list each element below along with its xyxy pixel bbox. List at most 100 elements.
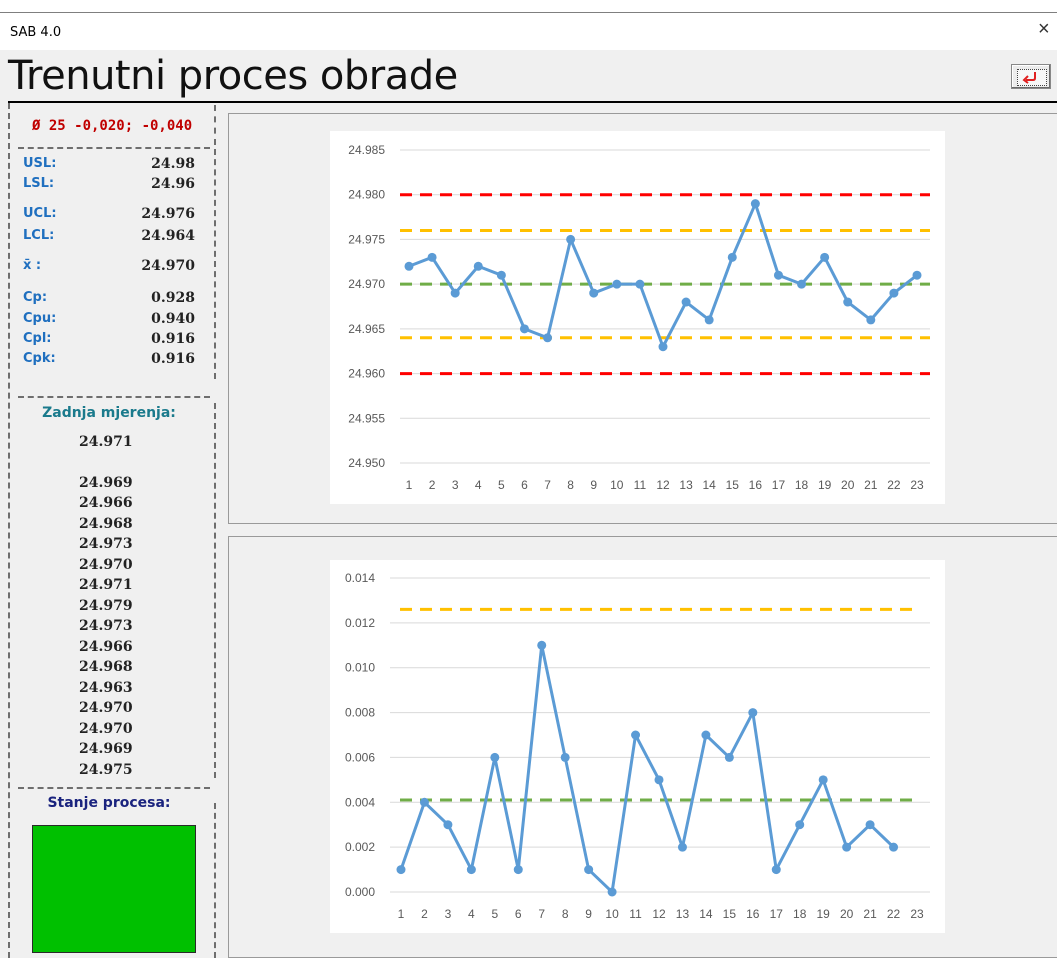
x-tick-label: 20: [840, 907, 854, 921]
data-point: [771, 865, 781, 875]
y-tick-label: 0.004: [345, 795, 375, 809]
x-tick-label: 2: [421, 907, 428, 921]
x-tick-label: 1: [398, 907, 405, 921]
return-button[interactable]: [1011, 64, 1051, 89]
close-icon[interactable]: ×: [1038, 17, 1050, 41]
y-tick-label: 24.980: [348, 188, 385, 202]
x-tick-label: 15: [723, 907, 737, 921]
x-tick-label: 14: [699, 907, 713, 921]
stat-label-cpu: Cpu:: [23, 311, 57, 326]
stat-label-usl: USL:: [23, 156, 57, 171]
measurement-item: 24.968: [79, 659, 133, 675]
data-point: [773, 270, 783, 280]
y-tick-label: 0.002: [345, 840, 375, 854]
x-tick-label: 11: [634, 478, 647, 492]
series-line: [408, 202, 918, 349]
data-point: [396, 865, 406, 875]
x-tick-label: 7: [544, 478, 551, 492]
x-tick-label: 6: [521, 478, 528, 492]
stat-value-cp: 0.928: [151, 290, 195, 306]
x-tick-label: 21: [863, 907, 877, 921]
x-tick-label: 16: [746, 907, 760, 921]
data-point: [889, 288, 899, 298]
data-point: [797, 279, 807, 289]
x-tick-label: 18: [793, 907, 807, 921]
data-point: [543, 333, 553, 343]
data-point: [724, 752, 734, 762]
x-tick-label: 15: [726, 478, 740, 492]
data-point: [519, 324, 529, 334]
y-tick-label: 0.006: [345, 750, 375, 764]
measurement-item: 24.971: [79, 577, 133, 593]
measurement-item: 24.966: [79, 495, 133, 511]
x-tick-label: 14: [703, 478, 717, 492]
stat-label-ucl: UCL:: [23, 206, 57, 221]
stat-value-ucl: 24.976: [141, 206, 195, 222]
data-point: [490, 752, 500, 762]
stat-value-cpl: 0.916: [151, 331, 195, 347]
x-tick-label: 13: [679, 478, 693, 492]
right-border-dashed-3: [214, 403, 216, 778]
measurement-item: 24.966: [79, 639, 133, 655]
x-tick-label: 23: [910, 478, 924, 492]
last-measurements-title: Zadnja mjerenja:: [42, 405, 176, 421]
stat-label-cpk: Cpk:: [23, 351, 56, 366]
x-tick-label: 8: [562, 907, 569, 921]
measurement-item: 24.969: [79, 475, 133, 491]
range-chart: 0.000 0.002 0.004 0.006 0.008 0.010 0.012 0.014…: [330, 560, 945, 933]
data-point: [584, 865, 594, 875]
data-point: [513, 865, 523, 875]
y-tick-label: 24.970: [348, 277, 385, 291]
measurement-item: 24.975: [79, 762, 133, 778]
data-point: [866, 315, 876, 325]
y-tick-label: 0.012: [345, 616, 375, 630]
x-tick-label: 19: [818, 478, 832, 492]
x-tick-label: 8: [567, 478, 574, 492]
xbar-chart: 24.950 24.955 24.960 24.965 24.970 24.975 24.9…: [330, 131, 945, 504]
x-tick-label: 5: [491, 907, 498, 921]
window-titlebar: SAB 4.0 ×: [0, 0, 1057, 50]
data-point: [658, 342, 668, 352]
data-point: [654, 775, 664, 785]
left-info-panel: Ø 25 -0,020; -0,040 USL: 24.98 LSL: 24.9…: [0, 103, 218, 958]
titlebar-divider: [0, 12, 1057, 13]
x-tick-label: 1: [406, 478, 413, 492]
data-point: [496, 270, 506, 280]
data-point: [631, 730, 641, 740]
y-tick-label: 24.975: [348, 232, 385, 246]
y-tick-label: 24.965: [348, 322, 385, 336]
stat-label-cpl: Cpl:: [23, 331, 52, 346]
data-point: [795, 820, 805, 830]
data-point: [912, 270, 922, 280]
x-tick-label: 13: [676, 907, 690, 921]
stat-value-lsl: 24.96: [151, 176, 195, 192]
series-line: [399, 643, 895, 894]
x-tick-label: 18: [795, 478, 809, 492]
measurement-item: 24.963: [79, 680, 133, 696]
y-tick-label: 0.014: [345, 571, 375, 585]
stat-value-lcl: 24.964: [141, 228, 195, 244]
measurement-item: 24.973: [79, 618, 133, 634]
data-point: [727, 252, 737, 262]
x-tick-label: 4: [475, 478, 482, 492]
measurement-item: 24.970: [79, 557, 133, 573]
y-tick-label: 24.985: [348, 143, 385, 157]
right-border-dashed-4: [214, 803, 216, 958]
x-tick-label: 17: [772, 478, 786, 492]
data-point: [427, 252, 437, 262]
x-tick-label: 3: [452, 478, 459, 492]
data-point: [748, 708, 758, 718]
x-tick-label: 6: [515, 907, 522, 921]
measurement-item: 24.970: [79, 700, 133, 716]
x-tick-label: 9: [590, 478, 597, 492]
data-point: [701, 730, 711, 740]
left-border-dashed: [8, 103, 10, 958]
y-tick-label: 0.010: [345, 661, 375, 675]
data-point: [750, 199, 760, 209]
x-tick-label: 17: [770, 907, 784, 921]
right-border-dashed-1: [214, 105, 216, 145]
y-tick-label: 24.950: [348, 456, 385, 470]
stat-label-lcl: LCL:: [23, 228, 55, 243]
x-tick-label: 10: [605, 907, 619, 921]
data-point: [466, 865, 476, 875]
